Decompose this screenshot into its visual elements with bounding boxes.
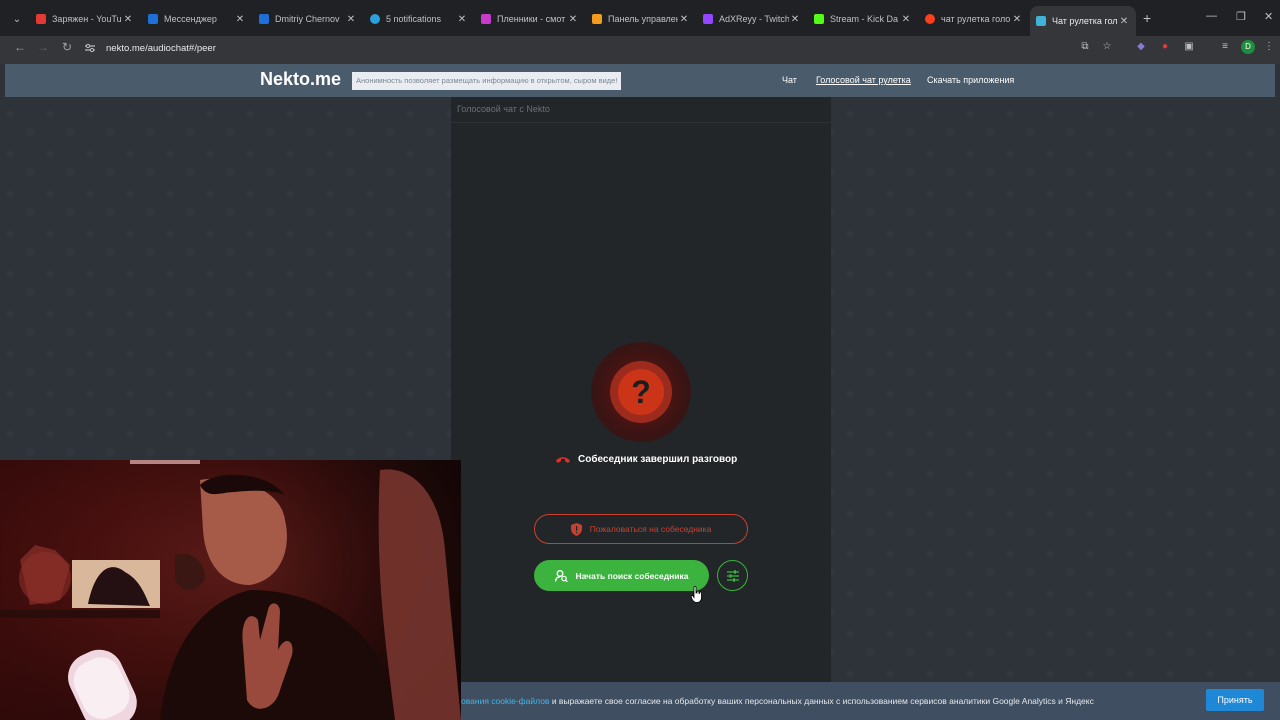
hand-cursor-icon <box>691 586 702 603</box>
user-search-icon <box>554 569 568 582</box>
call-ended-status: Собеседник завершил разговор <box>555 454 755 465</box>
browser-tab[interactable]: Пленники - смот ✕ <box>481 8 579 30</box>
search-settings-button[interactable] <box>717 560 748 591</box>
nav-voice-chat-link[interactable]: Голосовой чат рулетка <box>816 75 911 85</box>
close-tab-icon[interactable]: ✕ <box>122 14 134 25</box>
browser-tab[interactable]: 5 notifications ✕ <box>370 8 468 30</box>
close-tab-icon[interactable]: ✕ <box>1011 14 1023 25</box>
divider <box>451 122 831 123</box>
start-search-label: Начать поиск собеседника <box>575 570 689 581</box>
dashboard-icon <box>592 14 602 24</box>
close-tab-icon[interactable]: ✕ <box>1118 16 1130 27</box>
address-bar[interactable]: nekto.me/audiochat#/peer <box>84 38 1124 58</box>
browser-tab[interactable]: чат рулетка голо ✕ <box>925 8 1023 30</box>
close-tab-icon[interactable]: ✕ <box>900 14 912 25</box>
extension-icon[interactable]: ◆ <box>1134 41 1148 52</box>
site-logo[interactable]: Nekto.me <box>260 69 341 90</box>
panel-title: Голосовой чат с Nekto <box>457 104 550 114</box>
close-tab-icon[interactable]: ✕ <box>567 14 579 25</box>
browser-tab-active[interactable]: Чат рулетка голо ✕ <box>1030 6 1136 36</box>
close-tab-icon[interactable]: ✕ <box>345 14 357 25</box>
start-search-button[interactable]: Начать поиск собеседника <box>534 560 709 591</box>
cookie-consent-text: ования cookie-файлов и выражаете свое со… <box>461 696 1094 706</box>
tab-search-dropdown-icon[interactable]: ⌄ <box>8 10 26 28</box>
kick-icon <box>814 14 824 24</box>
browser-tab[interactable]: Мессенджер ✕ <box>148 8 246 30</box>
browser-tab[interactable]: Заряжен - YouTub ✕ <box>36 8 134 30</box>
site-favicon-icon <box>1036 16 1046 26</box>
close-tab-icon[interactable]: ✕ <box>234 14 246 25</box>
close-tab-icon[interactable]: ✕ <box>456 14 468 25</box>
bookmark-star-icon[interactable]: ☆ <box>1100 41 1114 52</box>
cast-icon[interactable]: ⧉ <box>1078 41 1092 52</box>
cookie-consent-bar: ования cookie-файлов и выражаете свое со… <box>461 682 1280 720</box>
forward-icon[interactable]: → <box>35 40 51 54</box>
menu-icon[interactable]: ⋮ <box>1262 41 1276 52</box>
webcam-overlay <box>0 460 461 720</box>
call-ended-text: Собеседник завершил разговор <box>578 454 738 465</box>
site-settings-icon[interactable] <box>84 43 96 53</box>
back-icon[interactable]: ← <box>12 40 28 54</box>
close-tab-icon[interactable]: ✕ <box>789 14 801 25</box>
close-tab-icon[interactable]: ✕ <box>678 14 690 25</box>
browser-tab[interactable]: Dmitriy Chernov ✕ <box>259 8 357 30</box>
site-tagline: Анонимность позволяет размещать информац… <box>352 72 622 90</box>
site-header: Nekto.me Анонимность позволяет размещать… <box>5 64 1275 97</box>
webcam-video-image <box>0 460 461 720</box>
video-site-icon <box>481 14 491 24</box>
close-window-icon[interactable]: ✕ <box>1264 10 1273 23</box>
browser-tab[interactable]: AdXReyy - Twitch ✕ <box>703 8 801 30</box>
report-partner-label: Пожаловаться на собеседника <box>589 524 712 534</box>
voice-chat-panel: Голосовой чат с Nekto ? Собеседник завер… <box>451 97 831 720</box>
restore-icon[interactable]: ❐ <box>1236 10 1246 23</box>
yandex-icon <box>925 14 935 24</box>
youtube-icon <box>36 14 46 24</box>
nav-chat-link[interactable]: Чат <box>782 75 797 85</box>
messenger-icon <box>148 14 158 24</box>
twitch-icon <box>703 14 713 24</box>
adblock-icon[interactable]: ● <box>1158 41 1172 52</box>
profile-avatar[interactable]: D <box>1241 40 1255 54</box>
browser-tab[interactable]: Панель управлен ✕ <box>592 8 690 30</box>
browser-tab[interactable]: Stream - Kick Da ✕ <box>814 8 912 30</box>
browser-tab-strip: ⌄ Заряжен - YouTub ✕ Мессенджер ✕ Dmitri… <box>0 0 1280 36</box>
extensions-puzzle-icon[interactable]: ▣ <box>1182 41 1196 52</box>
telegram-icon <box>370 14 380 24</box>
question-mark-icon: ? <box>618 369 664 415</box>
report-partner-button[interactable]: Пожаловаться на собеседника <box>534 514 748 544</box>
url-text: nekto.me/audiochat#/peer <box>106 42 216 54</box>
cookie-accept-button[interactable]: Принять <box>1206 689 1264 711</box>
cookie-policy-link[interactable]: ования cookie-файлов <box>461 696 549 706</box>
reload-icon[interactable]: ↻ <box>59 40 75 54</box>
call-status-indicator: ? <box>591 342 691 442</box>
media-control-icon[interactable]: ≡ <box>1218 41 1232 52</box>
messenger-icon <box>259 14 269 24</box>
minimize-icon[interactable]: — <box>1206 10 1217 22</box>
shield-alert-icon <box>570 522 582 536</box>
sliders-icon <box>726 569 739 582</box>
new-tab-icon[interactable]: + <box>1143 10 1151 26</box>
hang-up-phone-icon <box>556 456 570 463</box>
nav-download-apps-link[interactable]: Скачать приложения <box>927 75 1014 85</box>
